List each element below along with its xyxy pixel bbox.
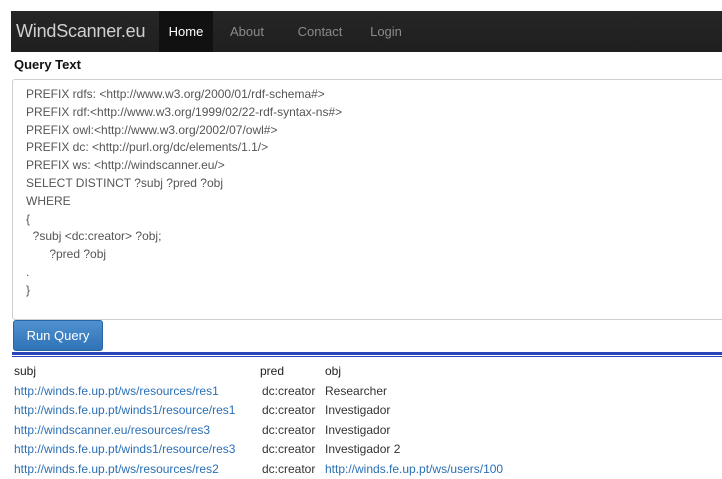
query-line: ?subj <dc:creator> ?obj; bbox=[26, 228, 722, 246]
query-line: PREFIX rdfs: <http://www.w3.org/2000/01/… bbox=[26, 86, 722, 104]
obj-cell: Investigador bbox=[325, 401, 390, 421]
results-divider bbox=[12, 356, 722, 357]
nav-about[interactable]: About bbox=[218, 11, 276, 52]
query-line: WHERE bbox=[26, 193, 722, 211]
pred-cell: dc:creator bbox=[262, 382, 315, 402]
header-subj: subj bbox=[14, 362, 36, 382]
obj-cell: Investigador 2 bbox=[325, 440, 400, 460]
obj-link[interactable]: http://winds.fe.up.pt/ws/users/100 bbox=[325, 460, 503, 479]
query-text-label: Query Text bbox=[14, 57, 81, 72]
obj-cell: Researcher bbox=[325, 382, 387, 402]
subj-link[interactable]: http://winds.fe.up.pt/ws/resources/res2 bbox=[14, 460, 219, 479]
pred-cell: dc:creator bbox=[262, 440, 315, 460]
subj-link[interactable]: http://winds.fe.up.pt/winds1/resource/re… bbox=[14, 440, 235, 460]
header-pred: pred bbox=[260, 362, 284, 382]
nav-home[interactable]: Home bbox=[159, 11, 213, 52]
subj-link[interactable]: http://winds.fe.up.pt/winds1/resource/re… bbox=[14, 401, 235, 421]
query-line: . bbox=[26, 264, 722, 282]
subj-link[interactable]: http://winds.fe.up.pt/ws/resources/res1 bbox=[14, 382, 219, 402]
query-line: PREFIX ws: <http://windscanner.eu/> bbox=[26, 157, 722, 175]
query-line: { bbox=[26, 211, 722, 229]
query-line: PREFIX owl:<http://www.w3.org/2002/07/ow… bbox=[26, 122, 722, 140]
query-line: ?pred ?obj bbox=[26, 246, 722, 264]
pred-cell: dc:creator bbox=[262, 421, 315, 441]
brand-logo[interactable]: WindScanner.eu bbox=[16, 11, 145, 52]
pred-cell: dc:creator bbox=[262, 401, 315, 421]
nav-contact[interactable]: Contact bbox=[287, 11, 353, 52]
query-line: } bbox=[26, 282, 722, 300]
query-textarea[interactable]: PREFIX rdfs: <http://www.w3.org/2000/01/… bbox=[12, 79, 722, 320]
pred-cell: dc:creator bbox=[262, 460, 315, 479]
top-navbar: WindScanner.eu Home About Contact Login bbox=[11, 11, 722, 52]
run-query-button[interactable]: Run Query bbox=[13, 320, 103, 351]
query-line: SELECT DISTINCT ?subj ?pred ?obj bbox=[26, 175, 722, 193]
obj-cell: Investigador bbox=[325, 421, 390, 441]
nav-login[interactable]: Login bbox=[361, 11, 411, 52]
results-divider bbox=[12, 352, 722, 355]
query-line: PREFIX dc: <http://purl.org/dc/elements/… bbox=[26, 139, 722, 157]
query-line: PREFIX rdf:<http://www.w3.org/1999/02/22… bbox=[26, 104, 722, 122]
subj-link[interactable]: http://windscanner.eu/resources/res3 bbox=[14, 421, 210, 441]
header-obj: obj bbox=[325, 362, 341, 382]
